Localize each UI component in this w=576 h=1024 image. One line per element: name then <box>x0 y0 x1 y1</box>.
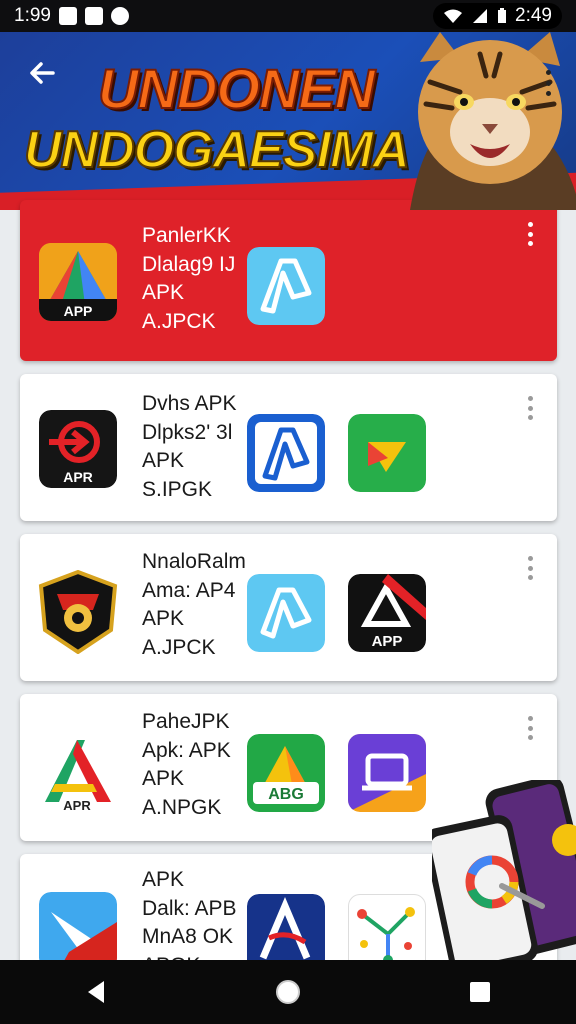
green-play-icon[interactable] <box>348 414 426 492</box>
back-triangle-icon <box>88 981 104 1003</box>
apk-badge-text: APP <box>64 303 93 319</box>
nav-home-button[interactable] <box>264 968 312 1016</box>
app-badge-text: APP <box>372 633 403 650</box>
app-line-4: A.JPCK <box>142 309 216 333</box>
system-nav-bar <box>0 960 576 1024</box>
card-more-button[interactable] <box>525 396 535 420</box>
abc-badge-text: ABG <box>268 786 304 803</box>
status-right: 2:49 <box>433 3 562 29</box>
status-time-right: 2:49 <box>515 5 552 26</box>
arrow-left-icon <box>30 62 55 84</box>
status-time-left: 1:99 <box>14 5 51 26</box>
header-more-button[interactable] <box>540 66 556 100</box>
app-line-3: APK <box>142 607 185 630</box>
promo-phones-image <box>432 780 576 960</box>
header-banner: UNDONEN UNDOGAESIMA <box>0 32 576 210</box>
battery-icon <box>498 8 507 23</box>
app-line-3: MnA8 OK <box>142 925 234 948</box>
app-description: PanlerKK Dlalag9 IJ APK A.JPCK <box>142 222 235 336</box>
app-line-1: PaheJPK <box>142 710 230 733</box>
app-description: PaheJPK Apk: APK APK A.NPGK <box>142 708 231 822</box>
app-line-2: Dalk: APB <box>142 896 237 920</box>
nav-back-button[interactable] <box>72 968 120 1016</box>
nav-recents-button[interactable] <box>456 968 504 1016</box>
app-line-2: Dlalag9 IJ <box>142 252 236 276</box>
card-more-button[interactable] <box>525 556 535 580</box>
app-line-2: Apk: APK <box>142 738 231 762</box>
apr2-badge-text: APR <box>63 798 91 813</box>
purple-monitor-icon[interactable] <box>348 734 426 812</box>
light-blue-ribbon-icon[interactable] <box>247 574 325 652</box>
black-app-a-icon[interactable]: APP <box>348 574 426 652</box>
status-left: 1:99 <box>14 5 129 27</box>
list-item[interactable]: PanlerKK Dlalag9 IJ APK A.JPCK APP <box>20 200 557 361</box>
app-line-1: PanlerKK <box>142 224 231 247</box>
app-line-1: Dvhs APK <box>142 392 237 415</box>
image-notification-icon <box>58 7 77 25</box>
recents-square-icon <box>470 982 490 1002</box>
red-arrow-apr-icon[interactable]: APR <box>39 410 117 488</box>
list-item[interactable]: Dvhs APK Dlpks2' 3l APK S.IPGK APR <box>20 374 557 521</box>
blue-ribbon-icon[interactable] <box>247 247 325 325</box>
header-title-line2: UNDOGAESIMA <box>23 120 411 180</box>
home-circle-icon <box>276 980 300 1004</box>
app-line-2: Ama: AP4 <box>142 578 236 602</box>
wifi-icon <box>444 9 463 23</box>
signal-icon <box>473 9 488 23</box>
app-line-4: S.IPGK <box>142 477 213 501</box>
card-more-button[interactable] <box>525 222 535 246</box>
app-notification-icon <box>84 7 103 25</box>
green-abc-icon[interactable]: ABG <box>247 734 325 812</box>
app-line-3: APK <box>142 449 185 472</box>
app-line-1: NnaloRalm <box>142 550 246 573</box>
apr-badge-text: APR <box>63 469 93 485</box>
app-description: Dvhs APK Dlpks2' 3l APK S.IPGK <box>142 390 237 504</box>
app-line-3: APK <box>142 281 185 304</box>
blue-plane-icon[interactable] <box>39 892 117 970</box>
tri-color-a-icon[interactable]: APR <box>37 730 119 814</box>
blue-ribbon-box-icon[interactable] <box>247 414 325 492</box>
chat-notification-icon <box>110 7 129 25</box>
back-button[interactable] <box>22 58 62 98</box>
app-line-4: A.JPCK <box>142 635 216 659</box>
list-item[interactable]: NnaloRalm Ama: AP4 APK A.JPCK APP <box>20 534 557 681</box>
app-line-1: APK <box>142 868 185 891</box>
app-line-4: A.NPGK <box>142 795 222 819</box>
status-pill: 2:49 <box>433 3 562 29</box>
status-bar: 1:99 2:49 <box>0 0 576 32</box>
card-more-button[interactable] <box>525 716 535 740</box>
app-line-2: Dlpks2' 3l <box>142 420 233 444</box>
header-title-line1: UNDONEN <box>97 56 376 121</box>
google-drive-apk-icon[interactable]: APP <box>39 243 117 321</box>
app-description: NnaloRalm Ama: AP4 APK A.JPCK <box>142 548 246 662</box>
shield-crest-icon[interactable] <box>37 570 119 654</box>
tiger-mascot-icon <box>410 32 576 210</box>
app-line-3: APK <box>142 767 185 790</box>
